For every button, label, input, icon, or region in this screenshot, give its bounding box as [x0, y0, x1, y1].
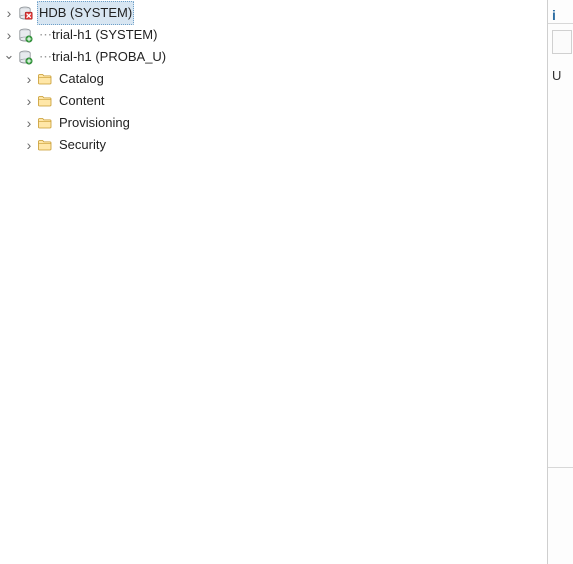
tree-node-label: Content: [57, 90, 107, 112]
systems-tree: HDB (SYSTEM): [0, 2, 547, 156]
tree-node-label: Catalog: [57, 68, 106, 90]
db-green-badge-icon: [17, 49, 33, 65]
tree-node-hdb-system[interactable]: HDB (SYSTEM): [0, 2, 547, 24]
expand-toggle[interactable]: [2, 28, 16, 42]
obscured-text: ⋯: [39, 27, 52, 42]
side-panel-letter: U: [552, 68, 572, 83]
expand-toggle[interactable]: [2, 50, 16, 64]
side-panel-body: U: [548, 24, 573, 89]
tree-node-label: ⋯trial-h1 (PROBA_U): [37, 46, 168, 68]
expand-toggle[interactable]: [2, 6, 16, 20]
folder-icon: [37, 115, 53, 131]
expand-toggle[interactable]: [22, 116, 36, 130]
divider: [548, 467, 573, 468]
obscured-text: ⋯: [39, 49, 52, 64]
tree-node-content[interactable]: Content: [0, 90, 547, 112]
tree-node-trial-system[interactable]: ⋯trial-h1 (SYSTEM): [0, 24, 547, 46]
folder-icon: [37, 137, 53, 153]
folder-icon: [37, 93, 53, 109]
expand-toggle[interactable]: [22, 138, 36, 152]
side-panel-tab[interactable]: i: [548, 0, 573, 24]
side-panel-field[interactable]: [552, 30, 572, 54]
tree-node-label: Provisioning: [57, 112, 132, 134]
systems-tree-panel: HDB (SYSTEM): [0, 0, 547, 564]
tree-node-trial-proba-u[interactable]: ⋯trial-h1 (PROBA_U): [0, 46, 547, 68]
tree-node-label: HDB (SYSTEM): [37, 1, 134, 25]
tree-node-label: ⋯trial-h1 (SYSTEM): [37, 24, 159, 46]
tree-node-security[interactable]: Security: [0, 134, 547, 156]
tree-node-catalog[interactable]: Catalog: [0, 68, 547, 90]
expand-toggle[interactable]: [22, 94, 36, 108]
db-green-badge-icon: [17, 27, 33, 43]
folder-icon: [37, 71, 53, 87]
tree-node-provisioning[interactable]: Provisioning: [0, 112, 547, 134]
side-panel-tab-letter: i: [552, 7, 556, 23]
expand-toggle[interactable]: [22, 72, 36, 86]
db-red-icon: [17, 5, 33, 21]
tree-node-label: Security: [57, 134, 108, 156]
side-panel: i U: [547, 0, 573, 564]
workspace: HDB (SYSTEM): [0, 0, 573, 564]
